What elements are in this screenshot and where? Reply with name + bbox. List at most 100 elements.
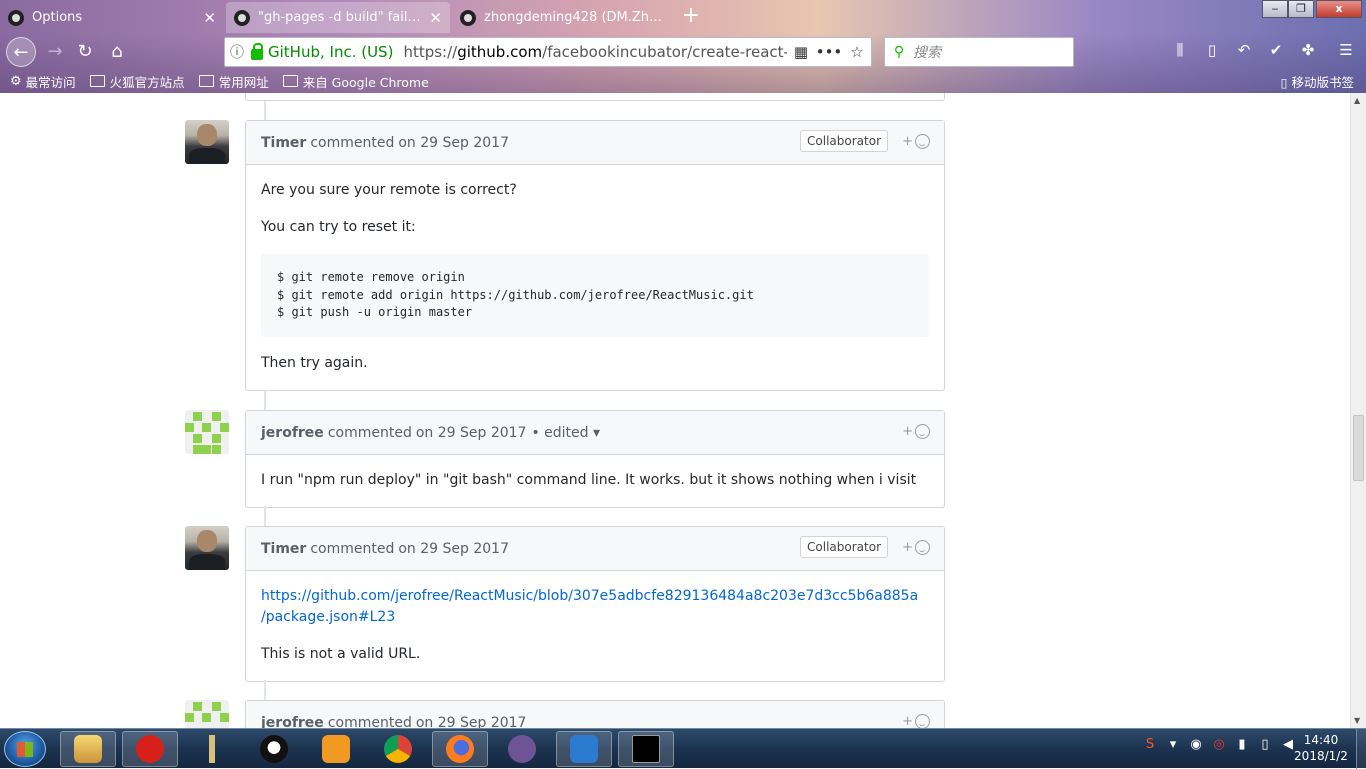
scrollbar-thumb[interactable]	[1353, 415, 1364, 481]
comment-author[interactable]: jerofree	[261, 425, 324, 441]
smiley-icon	[915, 134, 930, 149]
new-tab-button[interactable]: +	[678, 4, 704, 30]
bookmark-common-sites[interactable]: 常用网址	[198, 72, 269, 91]
tab-issue[interactable]: "gh-pages -d build" failed · Iss ✕	[226, 2, 450, 33]
menu-icon[interactable]: ☰	[1334, 41, 1358, 63]
home-button[interactable]: ⌂	[102, 37, 132, 67]
comment-body: https://github.com/jerofree/ReactMusic/b…	[246, 571, 944, 665]
comment-text: This is not a valid URL.	[261, 646, 421, 662]
close-tab-icon[interactable]: ✕	[203, 9, 216, 27]
url-text[interactable]: https://github.com/facebookincubator/cre…	[403, 43, 787, 61]
comment-header: Timer commented on 29 Sep 2017 Collabora…	[246, 121, 944, 165]
tab-options[interactable]: Options ✕	[0, 2, 224, 33]
show-desktop-button[interactable]	[1356, 729, 1366, 769]
comment-date[interactable]: on 29 Sep 2017	[398, 541, 509, 557]
add-reaction-button[interactable]: +	[902, 714, 930, 728]
folder-icon: ▯	[1280, 75, 1288, 90]
sogou-input-icon[interactable]: S	[1142, 737, 1158, 753]
netease-tray-icon[interactable]: ◎	[1211, 737, 1227, 753]
minimize-button[interactable]: ‒	[1262, 0, 1288, 18]
comment-header: jerofree commented on 29 Sep 2017 +	[246, 701, 944, 728]
scroll-down-icon[interactable]: ▼	[1354, 716, 1360, 725]
chrome-tray-icon[interactable]: ◉	[1188, 737, 1204, 753]
qq-icon[interactable]	[246, 731, 302, 767]
scroll-up-icon[interactable]: ▲	[1354, 96, 1360, 105]
address-bar[interactable]: ⓘ GitHub, Inc. (US) https://github.com/f…	[224, 37, 872, 67]
start-button[interactable]	[4, 731, 46, 767]
bookmark-from-chrome[interactable]: 来自 Google Chrome	[282, 72, 429, 91]
github-icon	[8, 9, 24, 26]
clock-date: 2018/1/2	[1294, 749, 1348, 763]
maximize-button[interactable]: ❐	[1288, 0, 1314, 18]
navigation-bar: ← → ↻ ⌂ ⓘ GitHub, Inc. (US) https://gith…	[0, 35, 1366, 69]
edited-dropdown[interactable]: • edited ▾	[531, 425, 600, 441]
comment-author[interactable]: Timer	[261, 135, 306, 151]
qr-code-icon[interactable]: ▦	[787, 43, 815, 61]
previous-comment-edge	[245, 93, 945, 101]
smiley-icon	[915, 714, 930, 728]
search-placeholder: 搜索	[913, 45, 941, 61]
library-icon[interactable]: ⫼	[1168, 41, 1192, 63]
comment-author[interactable]: Timer	[261, 541, 306, 557]
check-icon[interactable]: ✔	[1264, 41, 1288, 63]
tray-expand-icon[interactable]: ▾	[1165, 737, 1181, 753]
lock-icon	[251, 42, 263, 60]
comment-action: commented	[310, 540, 395, 557]
bookmark-most-visited[interactable]: ⚙ 最常访问	[10, 72, 76, 91]
timeline-line	[264, 506, 266, 526]
github-desktop-icon[interactable]	[494, 731, 550, 767]
search-bar[interactable]: ⚲ 搜索	[884, 37, 1074, 67]
avatar[interactable]	[185, 526, 229, 570]
tab-title: zhongdeming428 (DM.Zhong)	[484, 10, 668, 25]
avatar[interactable]	[185, 120, 229, 164]
add-reaction-button[interactable]: +	[902, 540, 930, 555]
tab-profile[interactable]: zhongdeming428 (DM.Zhong)	[452, 2, 676, 33]
comment-date[interactable]: on 29 Sep 2017	[416, 425, 527, 441]
vertical-scrollbar[interactable]: ▲ ▼	[1350, 93, 1366, 728]
reload-button[interactable]: ↻	[70, 37, 100, 67]
firefox-icon[interactable]	[432, 731, 488, 767]
comment-text: Are you sure your remote is correct?	[261, 182, 517, 198]
comment-author[interactable]: jerofree	[261, 715, 324, 729]
add-reaction-button[interactable]: +	[902, 134, 930, 149]
info-icon[interactable]: ⓘ	[225, 42, 249, 62]
sublime-icon[interactable]	[308, 731, 364, 767]
undo-icon[interactable]: ↶	[1232, 41, 1256, 63]
cmd-icon[interactable]	[618, 731, 674, 767]
avatar[interactable]	[185, 700, 229, 728]
collaborator-badge: Collaborator	[800, 536, 888, 558]
close-tab-icon[interactable]: ✕	[429, 9, 442, 27]
comment-date[interactable]: on 29 Sep 2017	[416, 715, 527, 729]
close-window-button[interactable]: x	[1316, 0, 1362, 18]
add-reaction-button[interactable]: +	[902, 424, 930, 439]
smiley-icon	[915, 424, 930, 439]
bookmark-star-icon[interactable]: ☆	[843, 43, 871, 61]
bookmark-firefox-sites[interactable]: 火狐官方站点	[89, 72, 185, 91]
mobile-bookmarks[interactable]: ▯ 移动版书签	[1281, 72, 1354, 91]
explorer-icon[interactable]	[60, 731, 116, 767]
comment-link[interactable]: https://github.com/jerofree/ReactMusic/b…	[261, 586, 929, 628]
chrome-icon[interactable]	[370, 731, 426, 767]
back-button[interactable]: ←	[6, 37, 36, 67]
page-actions-icon[interactable]: •••	[815, 43, 843, 61]
extension-icon[interactable]: ✤	[1296, 41, 1320, 63]
comment: Timer commented on 29 Sep 2017 Collabora…	[245, 526, 945, 682]
comment-body: I run "npm run deploy" in "git bash" com…	[246, 455, 944, 491]
battery-icon[interactable]: ▯	[1257, 737, 1273, 753]
site-identity[interactable]: GitHub, Inc. (US)	[268, 43, 393, 61]
comment-action: commented	[327, 714, 412, 729]
folder-icon	[89, 75, 105, 87]
netease-music-icon[interactable]	[122, 731, 178, 767]
vscode-icon[interactable]	[556, 731, 612, 767]
folder-icon	[198, 75, 214, 87]
comment: Timer commented on 29 Sep 2017 Collabora…	[245, 120, 945, 391]
clock[interactable]: 14:40 2018/1/2	[1290, 732, 1352, 764]
pen-icon[interactable]	[184, 731, 240, 767]
search-icon: ⚲	[893, 44, 905, 60]
avatar[interactable]	[185, 410, 229, 454]
comment-date[interactable]: on 29 Sep 2017	[398, 135, 509, 151]
sidebar-icon[interactable]: ▯	[1200, 41, 1224, 63]
forward-button[interactable]: →	[40, 37, 70, 67]
network-icon[interactable]: ▮	[1234, 737, 1250, 753]
comment-body: Are you sure your remote is correct? You…	[246, 165, 944, 374]
